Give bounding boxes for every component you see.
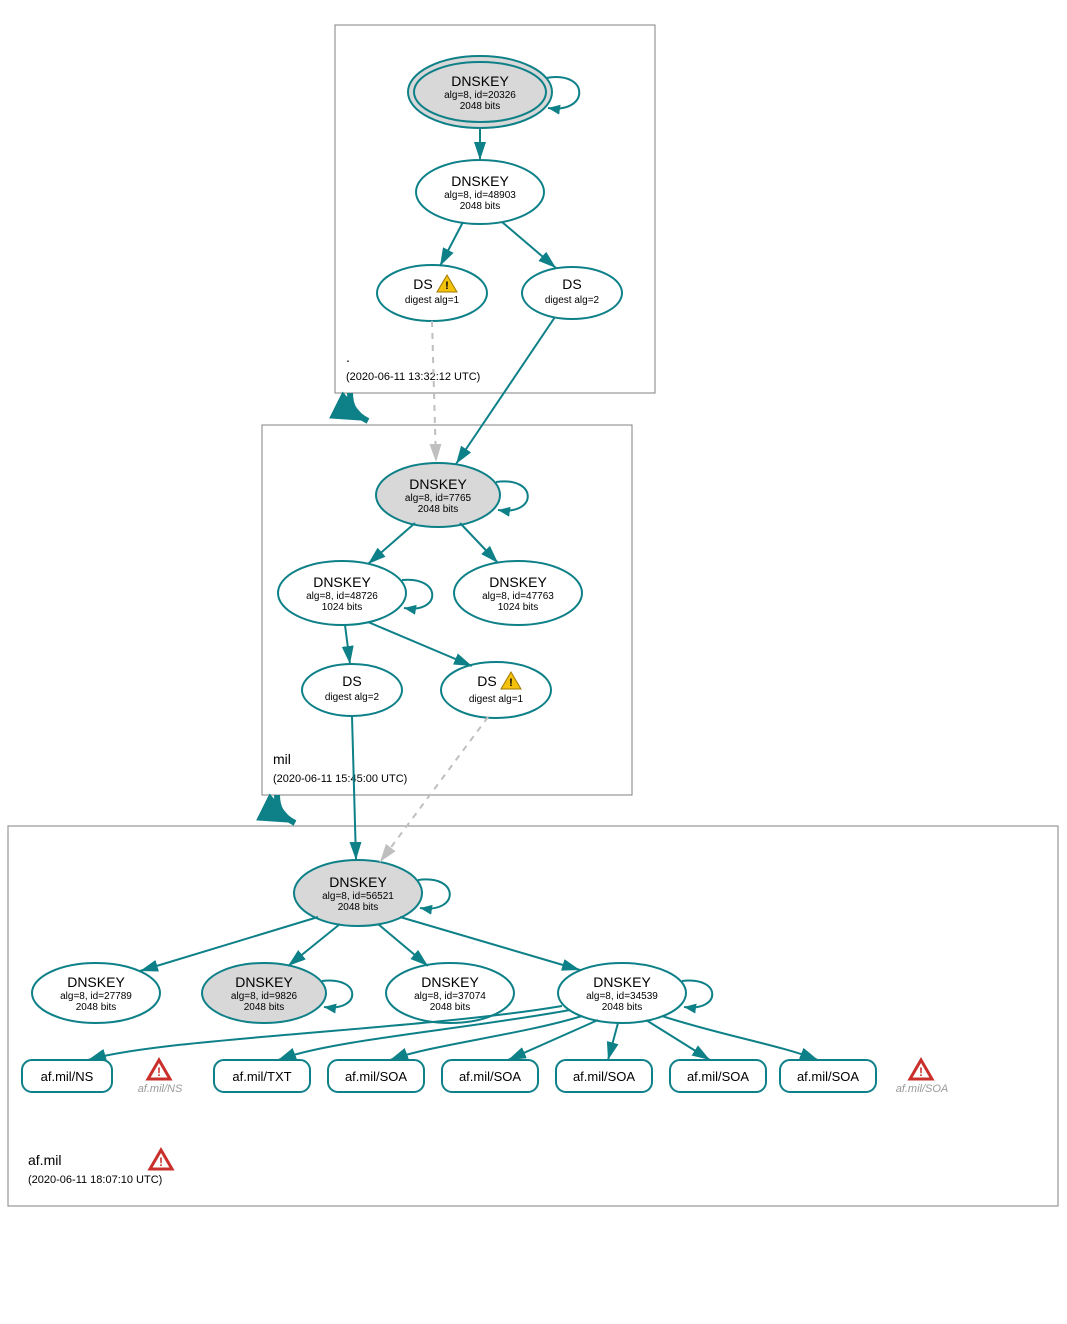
- svg-text:DNSKEY: DNSKEY: [329, 874, 387, 890]
- record-ns: af.mil/NS: [22, 1060, 112, 1092]
- record-soa-2: af.mil/SOA: [442, 1060, 538, 1092]
- node-root-ds2: DS digest alg=2: [522, 267, 622, 319]
- svg-text:DNSKEY: DNSKEY: [489, 574, 547, 590]
- svg-text:!: !: [159, 1155, 163, 1169]
- svg-text:2048 bits: 2048 bits: [418, 504, 459, 515]
- node-af-k4: DNSKEY alg=8, id=34539 2048 bits: [558, 963, 686, 1023]
- node-root-ksk: DNSKEY alg=8, id=20326 2048 bits: [408, 56, 552, 128]
- svg-text:!: !: [919, 1065, 923, 1079]
- svg-text:DNSKEY: DNSKEY: [593, 974, 651, 990]
- node-af-ksk: DNSKEY alg=8, id=56521 2048 bits: [294, 860, 422, 926]
- zone-afmil: af.mil (2020-06-11 18:07:10 UTC) ! DNSKE…: [8, 716, 1058, 1206]
- svg-text:af.mil/SOA: af.mil/SOA: [345, 1069, 407, 1084]
- svg-text:alg=8, id=48726: alg=8, id=48726: [306, 591, 378, 602]
- svg-text:DNSKEY: DNSKEY: [67, 974, 125, 990]
- svg-text:!: !: [509, 677, 513, 689]
- node-mil-zsk1: DNSKEY alg=8, id=48726 1024 bits: [278, 561, 406, 625]
- record-soa-3: af.mil/SOA: [556, 1060, 652, 1092]
- node-af-k3: DNSKEY alg=8, id=37074 2048 bits: [386, 963, 514, 1023]
- zone-mil-label: mil: [273, 751, 291, 767]
- svg-text:alg=8, id=7765: alg=8, id=7765: [405, 493, 472, 504]
- svg-text:!: !: [445, 280, 449, 292]
- svg-text:(2020-06-11 15:45:00 UTC): (2020-06-11 15:45:00 UTC): [273, 773, 407, 785]
- record-soa-5: af.mil/SOA: [780, 1060, 876, 1092]
- svg-text:alg=8, id=56521: alg=8, id=56521: [322, 891, 394, 902]
- svg-text:1024 bits: 1024 bits: [498, 602, 539, 613]
- svg-text:1024 bits: 1024 bits: [322, 602, 363, 613]
- node-root-ds1: DS digest alg=1 !: [377, 265, 487, 321]
- node-mil-zsk2: DNSKEY alg=8, id=47763 1024 bits: [454, 561, 582, 625]
- svg-text:af.mil/SOA: af.mil/SOA: [573, 1069, 635, 1084]
- svg-text:DNSKEY: DNSKEY: [409, 476, 467, 492]
- zone-root: . (2020-06-11 13:32:12 UTC) DNSKEY alg=8…: [335, 25, 655, 393]
- record-txt: af.mil/TXT: [214, 1060, 310, 1092]
- svg-text:2048 bits: 2048 bits: [430, 1002, 471, 1013]
- svg-text:digest alg=1: digest alg=1: [469, 694, 524, 705]
- svg-text:af.mil/SOA: af.mil/SOA: [797, 1069, 859, 1084]
- svg-text:digest alg=2: digest alg=2: [545, 295, 600, 306]
- svg-text:alg=8, id=47763: alg=8, id=47763: [482, 591, 554, 602]
- zone-mil: mil (2020-06-11 15:45:00 UTC) DNSKEY alg…: [262, 317, 632, 795]
- svg-text:af.mil: af.mil: [28, 1152, 61, 1168]
- svg-text:2048 bits: 2048 bits: [460, 201, 501, 212]
- svg-text:alg=8, id=20326: alg=8, id=20326: [444, 90, 516, 101]
- zone-root-ts: (2020-06-11 13:32:12 UTC): [346, 371, 480, 383]
- svg-text:DNSKEY: DNSKEY: [451, 73, 509, 89]
- svg-text:DNSKEY: DNSKEY: [421, 974, 479, 990]
- dnssec-graph: . (2020-06-11 13:32:12 UTC) DNSKEY alg=8…: [0, 0, 1067, 1324]
- record-ns-warn: ! af.mil/NS: [138, 1060, 183, 1095]
- svg-text:alg=8, id=34539: alg=8, id=34539: [586, 991, 658, 1002]
- node-af-k2: DNSKEY alg=8, id=9826 2048 bits: [202, 963, 326, 1023]
- svg-text:alg=8, id=37074: alg=8, id=37074: [414, 991, 486, 1002]
- svg-text:!: !: [157, 1065, 161, 1079]
- svg-text:DS: DS: [562, 276, 581, 292]
- svg-text:(2020-06-11 18:07:10 UTC): (2020-06-11 18:07:10 UTC): [28, 1174, 162, 1186]
- svg-text:DS: DS: [342, 673, 361, 689]
- record-soa-warn: ! af.mil/SOA: [896, 1060, 949, 1095]
- svg-text:DNSKEY: DNSKEY: [451, 173, 509, 189]
- svg-text:DNSKEY: DNSKEY: [235, 974, 293, 990]
- node-mil-ksk: DNSKEY alg=8, id=7765 2048 bits: [376, 463, 500, 527]
- svg-text:2048 bits: 2048 bits: [76, 1002, 117, 1013]
- svg-text:DS: DS: [413, 276, 432, 292]
- svg-text:alg=8, id=27789: alg=8, id=27789: [60, 991, 132, 1002]
- svg-text:af.mil/SOA: af.mil/SOA: [459, 1069, 521, 1084]
- record-soa-1: af.mil/SOA: [328, 1060, 424, 1092]
- node-af-k1: DNSKEY alg=8, id=27789 2048 bits: [32, 963, 160, 1023]
- record-soa-4: af.mil/SOA: [670, 1060, 766, 1092]
- svg-text:af.mil/NS: af.mil/NS: [41, 1069, 94, 1084]
- zone-root-label: .: [346, 349, 350, 365]
- error-icon: !: [150, 1150, 172, 1169]
- svg-text:2048 bits: 2048 bits: [602, 1002, 643, 1013]
- svg-text:DNSKEY: DNSKEY: [313, 574, 371, 590]
- svg-text:af.mil/TXT: af.mil/TXT: [232, 1069, 291, 1084]
- svg-text:2048 bits: 2048 bits: [460, 101, 501, 112]
- svg-text:DS: DS: [477, 673, 496, 689]
- svg-text:digest alg=2: digest alg=2: [325, 692, 380, 703]
- svg-text:alg=8, id=9826: alg=8, id=9826: [231, 991, 298, 1002]
- node-root-zsk: DNSKEY alg=8, id=48903 2048 bits: [416, 160, 544, 224]
- svg-text:digest alg=1: digest alg=1: [405, 295, 460, 306]
- node-mil-ds1: DS digest alg=1 !: [441, 662, 551, 718]
- svg-text:af.mil/SOA: af.mil/SOA: [687, 1069, 749, 1084]
- node-mil-ds2: DS digest alg=2: [302, 664, 402, 716]
- svg-text:2048 bits: 2048 bits: [244, 1002, 285, 1013]
- svg-text:af.mil/SOA: af.mil/SOA: [896, 1083, 949, 1095]
- svg-text:af.mil/NS: af.mil/NS: [138, 1083, 183, 1095]
- svg-text:alg=8, id=48903: alg=8, id=48903: [444, 190, 516, 201]
- svg-text:2048 bits: 2048 bits: [338, 902, 379, 913]
